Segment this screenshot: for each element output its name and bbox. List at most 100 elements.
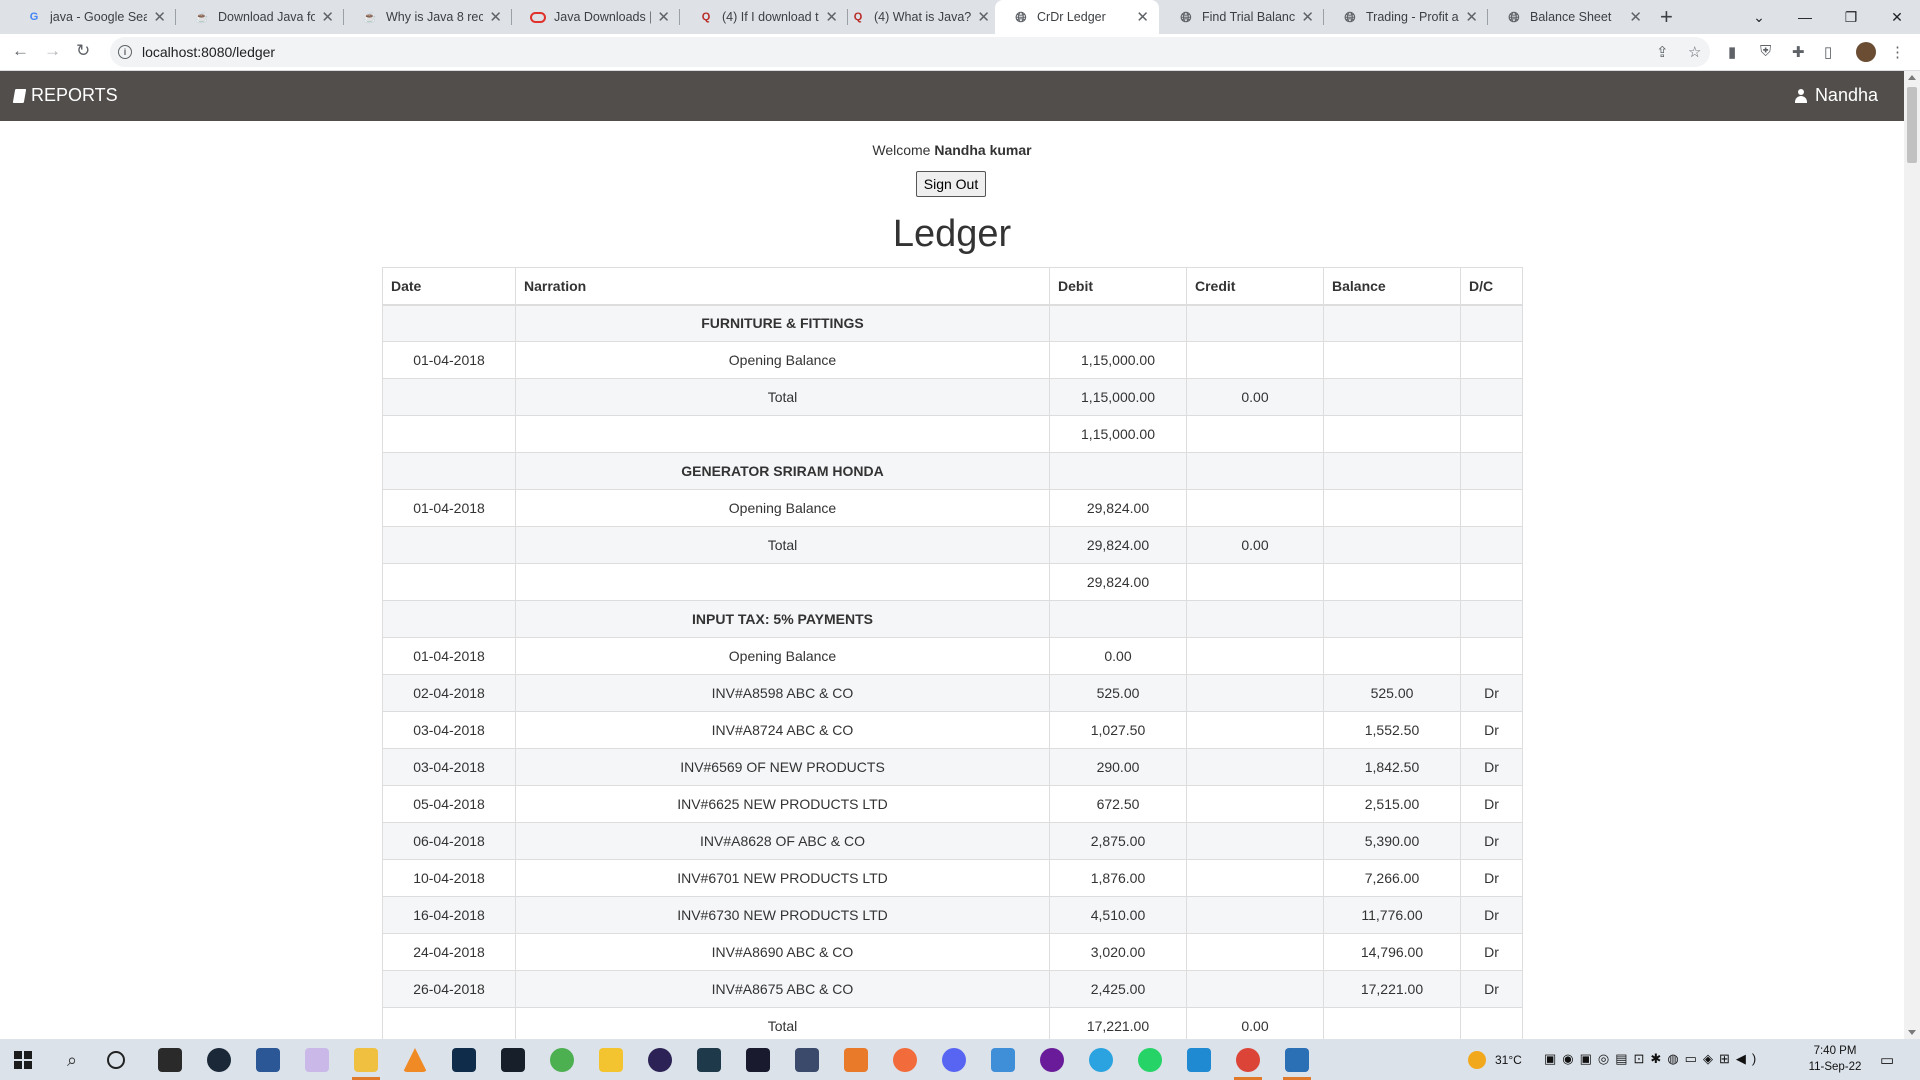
shield-extension-icon[interactable]: ⛨ — [1760, 43, 1771, 60]
cell-narration: INV#A8675 ABC & CO — [515, 970, 1050, 1008]
browser-tab[interactable]: Java Downloads | O ✕ — [512, 0, 680, 34]
epic-games-icon[interactable] — [158, 1048, 182, 1072]
search-icon[interactable]: ⌕ — [60, 1048, 84, 1072]
notifications-icon[interactable]: ▭ — [1880, 1051, 1894, 1069]
player-icon[interactable] — [599, 1048, 623, 1072]
telegram-icon[interactable] — [1089, 1048, 1113, 1072]
close-tab-icon[interactable]: ✕ — [977, 8, 990, 26]
cell-balance: 1,552.50 — [1323, 711, 1461, 749]
cell-date — [382, 1007, 516, 1039]
postman-icon[interactable] — [893, 1048, 917, 1072]
cell-date — [382, 563, 516, 601]
address-bar[interactable]: i localhost:8080/ledger — [110, 37, 1710, 67]
browser-tab[interactable]: ☕ Why is Java 8 reco ✕ — [344, 0, 512, 34]
cell-dc — [1460, 452, 1523, 490]
file-explorer-icon[interactable] — [354, 1048, 378, 1072]
utorrent-icon[interactable] — [550, 1048, 574, 1072]
close-tab-icon[interactable]: ✕ — [1301, 8, 1314, 26]
profile-avatar[interactable] — [1856, 42, 1876, 62]
tab-search-icon[interactable]: ⌄ — [1736, 0, 1782, 34]
weather-icon[interactable] — [1468, 1051, 1486, 1069]
cell-credit — [1186, 822, 1324, 860]
back-icon[interactable]: ← — [12, 41, 29, 61]
table-row-entry: 10-04-2018 INV#6701 NEW PRODUCTS LTD 1,876… — [382, 859, 1523, 897]
browser-tab[interactable]: ☕ Download Java for ✕ — [176, 0, 344, 34]
sign-out-button[interactable]: Sign Out — [916, 171, 986, 197]
browser-tab[interactable]: 🌐︎ Trading - Profit and ✕ — [1324, 0, 1488, 34]
steam-icon[interactable] — [207, 1048, 231, 1072]
browser-tab[interactable]: 🌐︎ Find Trial Balance ✕ — [1160, 0, 1324, 34]
cell-date: 03-04-2018 — [382, 748, 516, 786]
app-icon[interactable] — [795, 1048, 819, 1072]
vscode-icon[interactable] — [1187, 1048, 1211, 1072]
close-tab-icon[interactable]: ✕ — [489, 8, 502, 26]
cell-balance — [1323, 304, 1461, 342]
notepad-icon[interactable] — [256, 1048, 280, 1072]
page-scrollbar[interactable] — [1904, 71, 1920, 1039]
browser-tab[interactable]: Q (4) If I download th ✕ — [680, 0, 848, 34]
close-tab-icon[interactable]: ✕ — [1629, 8, 1642, 26]
windows-start-icon[interactable] — [14, 1051, 32, 1069]
browser-tab[interactable]: 🌐︎ Balance Sheet ✕ — [1488, 0, 1652, 34]
brand-link[interactable]: REPORTS — [12, 85, 118, 106]
browser-tab-active[interactable]: 🌐︎ CrDr Ledger ✕ — [995, 0, 1159, 34]
forward-icon[interactable]: → — [44, 41, 61, 61]
minimize-icon[interactable]: — — [1782, 0, 1828, 34]
cell-debit: 525.00 — [1049, 674, 1187, 712]
cell-narration: INV#6625 NEW PRODUCTS LTD — [515, 785, 1050, 823]
user-menu[interactable]: Nandha — [1794, 85, 1878, 106]
lightroom-icon[interactable] — [501, 1048, 525, 1072]
restore-icon[interactable]: ❐ — [1828, 0, 1874, 34]
intellij-icon[interactable] — [746, 1048, 770, 1072]
new-tab-icon[interactable]: + — [1660, 4, 1673, 30]
app-icon[interactable] — [991, 1048, 1015, 1072]
app-icon[interactable] — [697, 1048, 721, 1072]
cell-dc — [1460, 637, 1523, 675]
bookmark-star-icon[interactable]: ☆ — [1688, 43, 1701, 61]
reading-list-icon[interactable]: ▮ — [1728, 43, 1736, 61]
powershell-icon[interactable] — [1285, 1048, 1309, 1072]
sublime-icon[interactable] — [844, 1048, 868, 1072]
close-tab-icon[interactable]: ✕ — [657, 8, 670, 26]
podcast-icon[interactable] — [1040, 1048, 1064, 1072]
side-panel-icon[interactable]: ▯ — [1824, 43, 1832, 61]
close-tab-icon[interactable]: ✕ — [1465, 8, 1478, 26]
chrome-icon[interactable] — [1236, 1048, 1260, 1072]
table-row-opening: 01-04-2018 Opening Balance 29,824.00 — [382, 489, 1523, 527]
close-window-icon[interactable]: ✕ — [1874, 0, 1920, 34]
site-info-icon[interactable]: i — [118, 45, 132, 59]
cell-debit: 2,875.00 — [1049, 822, 1187, 860]
table-row-opening: 01-04-2018 Opening Balance 0.00 — [382, 637, 1523, 675]
reload-icon[interactable]: ↻ — [76, 41, 90, 61]
taskbar-clock[interactable]: 7:40 PM 11-Sep-22 — [1800, 1043, 1870, 1075]
close-tab-icon[interactable]: ✕ — [321, 8, 334, 26]
photoshop-icon[interactable] — [452, 1048, 476, 1072]
scroll-down-icon[interactable] — [1908, 1030, 1916, 1035]
discord-icon[interactable] — [942, 1048, 966, 1072]
cell-balance: 11,776.00 — [1323, 896, 1461, 934]
cell-credit: 0.00 — [1186, 1007, 1324, 1039]
java-icon: ☕ — [195, 11, 209, 24]
system-tray-icons[interactable]: ▣◉▣◎▤⊡✱◍▭◈⊞◀) — [1544, 1051, 1762, 1067]
extensions-puzzle-icon[interactable]: ✚ — [1792, 43, 1805, 61]
whatsapp-icon[interactable] — [1138, 1048, 1162, 1072]
cell-debit: 672.50 — [1049, 785, 1187, 823]
share-icon[interactable]: ⇪ — [1656, 43, 1669, 61]
browser-menu-icon[interactable]: ⋮ — [1890, 43, 1905, 61]
cell-dc: Dr — [1460, 711, 1523, 749]
cortana-icon[interactable] — [107, 1051, 125, 1069]
cell-dc: Dr — [1460, 933, 1523, 971]
app-icon[interactable] — [305, 1048, 329, 1072]
vlc-icon[interactable] — [403, 1048, 427, 1072]
scroll-up-icon[interactable] — [1908, 75, 1916, 80]
cell-date — [382, 452, 516, 490]
eclipse-icon[interactable] — [648, 1048, 672, 1072]
close-tab-icon[interactable]: ✕ — [153, 8, 166, 26]
browser-tab[interactable]: Q (4) What is Java? Is ✕ — [832, 0, 1000, 34]
close-tab-icon[interactable]: ✕ — [1136, 8, 1149, 26]
cell-credit — [1186, 489, 1324, 527]
cell-balance: 14,796.00 — [1323, 933, 1461, 971]
cell-narration: INV#A8690 ABC & CO — [515, 933, 1050, 971]
scrollbar-thumb[interactable] — [1907, 87, 1917, 163]
browser-tab[interactable]: G java - Google Search ✕ — [8, 0, 176, 34]
